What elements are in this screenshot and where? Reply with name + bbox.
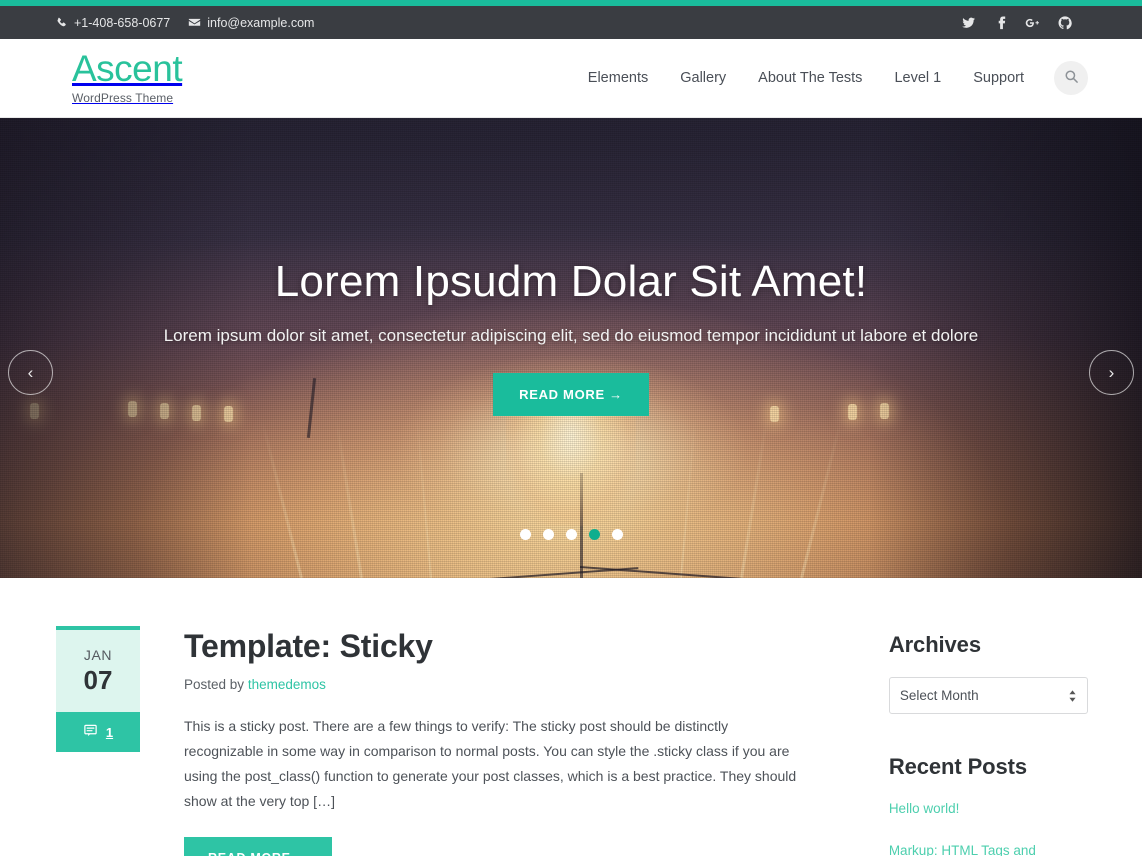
posted-by-label: Posted by [184,676,245,692]
email-contact[interactable]: info@example.com [188,16,314,30]
site-logo[interactable]: Ascent WordPress Theme [72,48,183,106]
top-bar: +1-408-658-0677 info@example.com [0,6,1142,39]
nav-item-level-1[interactable]: Level 1 [878,70,957,86]
recent-posts-title: Recent Posts [888,754,1027,779]
archives-select[interactable]: Select Month [888,677,1088,714]
comment-icon [83,723,98,741]
recent-post-link-markup-html-tags[interactable]: Markup: HTML Tags and [889,843,1036,856]
github-icon[interactable] [1057,15,1072,30]
slider-dot-2[interactable] [542,529,554,540]
widget-recent-posts: Recent Posts Hello world! Markup: HTML T… [889,754,1088,856]
sidebar: Archives Select Month Recent Posts Hello… [843,626,1088,856]
site-header: Ascent WordPress Theme Elements Gallery … [0,39,1142,118]
recent-post-item: Markup: HTML Tags and [889,841,1088,856]
phone-number: +1-408-658-0677 [74,15,171,30]
slider-dot-5[interactable] [611,529,623,540]
phone-icon [56,17,68,29]
archives-select-value: Select Month [899,688,979,703]
google-plus-icon[interactable] [1025,15,1040,30]
post-excerpt: This is a sticky post. There are a few t… [184,717,797,809]
post-date-day: 07 [83,665,113,695]
post-article: JAN 07 1 Template: Sticky Posted by them… [56,626,843,856]
brand-name: Ascent [72,48,183,90]
nav-item-elements[interactable]: Elements [572,70,664,86]
slider-next-arrow-icon[interactable]: › [1089,350,1134,395]
search-icon [1064,69,1079,87]
post-read-more-button[interactable]: READ MORE → [184,837,333,856]
brand-tagline: WordPress Theme [72,90,174,105]
post-title[interactable]: Template: Sticky [184,628,843,665]
widget-archives: Archives Select Month [888,632,1088,714]
slider-pagination [0,529,1142,540]
comment-count-value: 1 [105,724,114,740]
posts-column: JAN 07 1 Template: Sticky Posted by them… [56,626,843,856]
hero-content: Lorem Ipsudm Dolar Sit Amet! Lorem ipsum… [0,257,1142,417]
post-byline: Posted by themedemos [184,677,843,692]
hero-title: Lorem Ipsudm Dolar Sit Amet! [274,257,868,306]
hero-read-more-button[interactable]: READ MORE → [493,373,649,417]
hero-subtitle: Lorem ipsum dolor sit amet, consectetur … [163,326,979,346]
email-address: info@example.com [207,15,315,30]
post-date-badge: JAN 07 [56,626,140,712]
recent-post-link-hello-world[interactable]: Hello world! [889,801,960,816]
nav-item-gallery[interactable]: Gallery [664,70,742,86]
slider-dot-4[interactable] [588,529,600,540]
facebook-icon[interactable] [993,15,1008,30]
archives-title: Archives [888,632,981,657]
post-body: Template: Sticky Posted by themedemos Th… [184,626,843,856]
recent-posts-list: Hello world! Markup: HTML Tags and [889,799,1088,856]
slider-dot-3[interactable] [565,529,577,540]
twitter-icon[interactable] [961,15,976,30]
envelope-icon [188,16,201,29]
post-date-month: JAN [83,647,113,663]
top-bar-contact-group: +1-408-658-0677 info@example.com [56,16,314,30]
content-area: JAN 07 1 Template: Sticky Posted by them… [0,578,1142,856]
nav-item-support[interactable]: Support [957,70,1040,86]
chevron-stepper-icon [1068,689,1077,703]
social-links [961,15,1126,30]
post-author-link[interactable]: themedemos [248,677,326,692]
recent-post-item: Hello world! [889,799,1088,819]
post-meta-badge: JAN 07 1 [56,626,140,856]
post-comment-count[interactable]: 1 [56,712,140,752]
main-navigation: Elements Gallery About The Tests Level 1… [572,61,1088,95]
phone-contact[interactable]: +1-408-658-0677 [56,16,170,30]
search-toggle-button[interactable] [1054,61,1088,95]
slider-prev-arrow-icon[interactable]: ‹ [8,350,53,395]
slider-dot-1[interactable] [519,529,531,540]
nav-item-about-the-tests[interactable]: About The Tests [742,70,878,86]
hero-slider: Lorem Ipsudm Dolar Sit Amet! Lorem ipsum… [0,118,1142,578]
